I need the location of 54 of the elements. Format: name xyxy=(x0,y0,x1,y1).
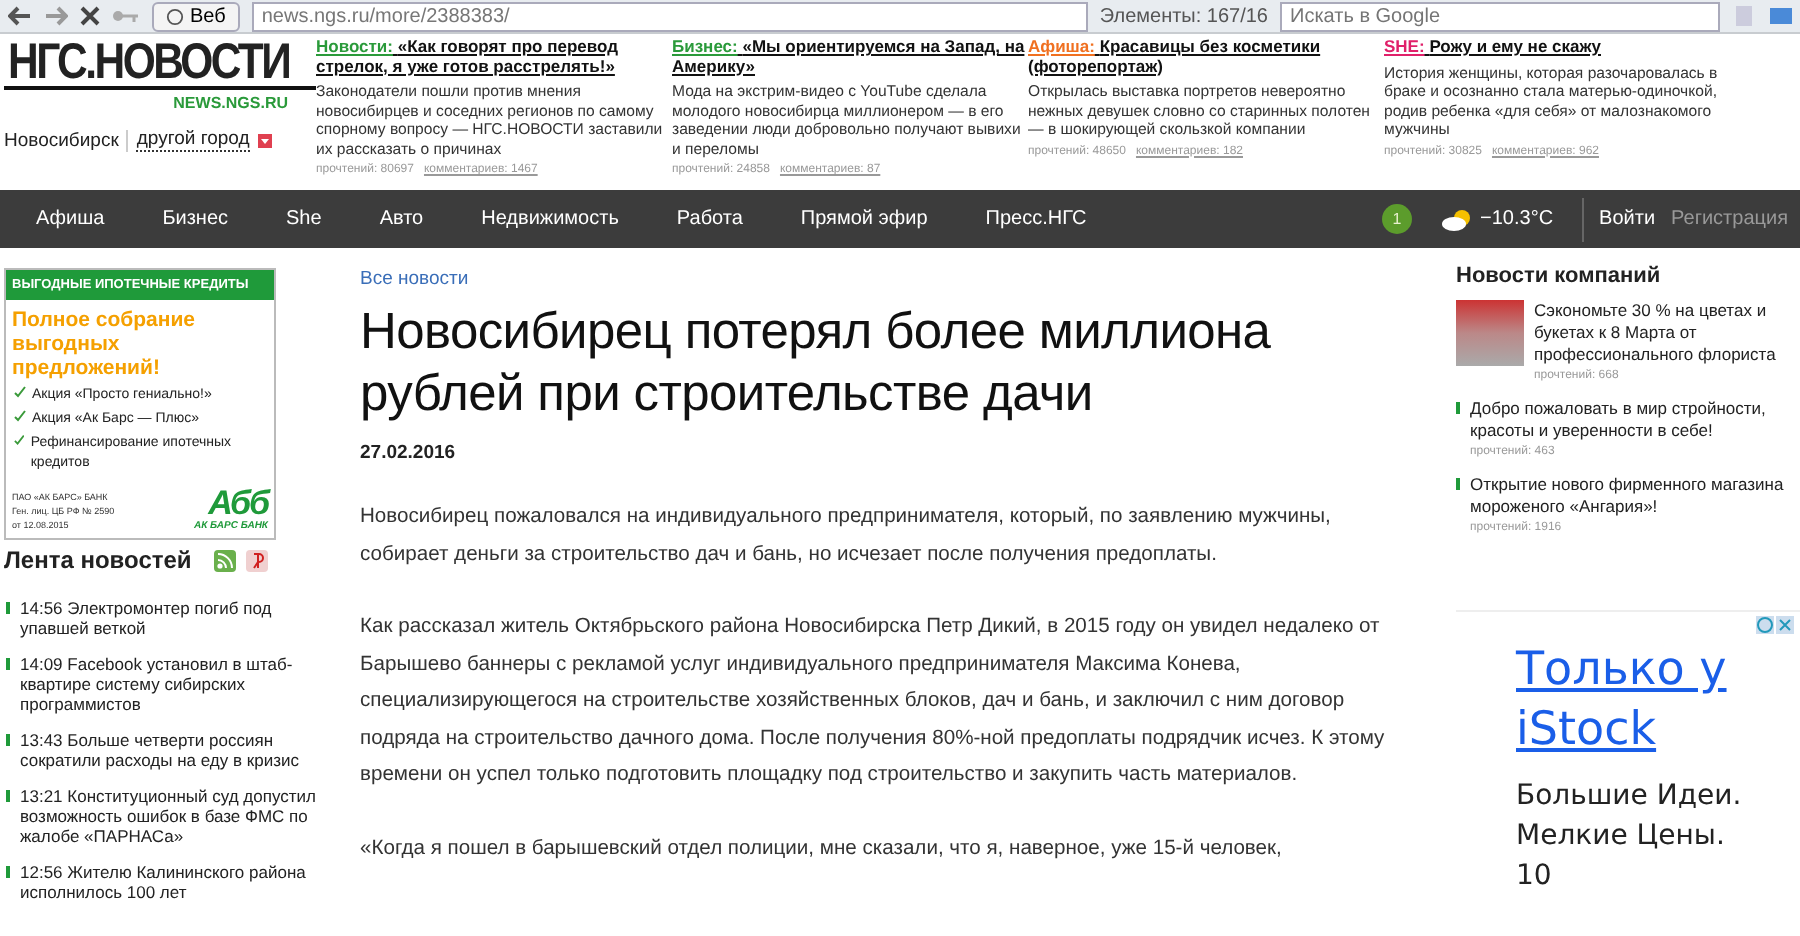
bullet-marker xyxy=(1456,402,1460,414)
news-link[interactable]: 12:56 Жителю Калининского района исполнилось 100 лет xyxy=(4,862,336,902)
address-field[interactable]: news.ngs.ru/more/2388383/ xyxy=(251,1,1088,31)
news-link[interactable]: 14:56 Электромонтер погиб под упавшей веткой xyxy=(4,598,336,638)
bullet-marker xyxy=(1456,478,1460,490)
article-date: 27.02.2016 xyxy=(360,442,458,464)
search-field[interactable]: Искать в Google xyxy=(1280,1,1720,31)
company-news-link[interactable]: Добро пожаловать в мир стройности, красоты и уверенности в себе! xyxy=(1470,398,1800,442)
nav-link[interactable]: Пресс.НГС xyxy=(957,208,1117,230)
stop-icon[interactable] xyxy=(80,6,100,26)
nav-link[interactable]: Недвижимость xyxy=(453,208,649,230)
login-link[interactable]: Войти xyxy=(1581,197,1672,241)
nav-link[interactable]: Прямой эфир xyxy=(772,208,958,230)
feed-title: Лента новостей xyxy=(4,546,192,574)
teaser-link[interactable]: Афиша: Красавицы без косметики (фоторепортаж) xyxy=(1028,38,1384,76)
register-link[interactable]: Регистрация xyxy=(1671,208,1800,230)
nav-link[interactable]: She xyxy=(258,208,352,230)
ad-title: Полное собрание выгодных предложений! xyxy=(10,306,198,384)
mortgage-ad[interactable] xyxy=(4,268,276,540)
back-icon[interactable] xyxy=(8,6,32,26)
city-name: Новосибирск xyxy=(4,129,129,151)
temperature: −10.3°C xyxy=(1480,208,1554,230)
nav-link[interactable]: Афиша xyxy=(8,208,135,230)
article-paragraph: Как рассказал житель Октябрьского района Новосибирска Петр Дикий, в 2015 году он увидел недалеко от Барышево баннеры с рекламой услуг индивидуального предпринимателя Максима Конева, специализирующегося на строительстве хозяйственных блоков, дач и бань, и заключил с ним договор подряда на строительство дачного дома. После получения 80%-ной предоплаты подрядчик исчез. К этому времени он успел только подготовить площадку под строительство и закупить часть материалов. xyxy=(360,614,1387,790)
promo-link[interactable]: Только у iStock xyxy=(1516,640,1800,760)
section-link[interactable]: Все новости xyxy=(360,268,1396,290)
key-icon[interactable] xyxy=(112,8,140,24)
site-logo[interactable]: НГС.НОВОСТИ xyxy=(4,38,316,90)
photo-placeholder xyxy=(1456,300,1524,366)
city-link[interactable]: другой город xyxy=(136,128,250,152)
bank-logo: Абб xyxy=(208,488,268,520)
close-icon[interactable] xyxy=(1776,616,1794,634)
news-link[interactable]: 14:09 Facebook установил в штаб-квартире систему сибирских программистов xyxy=(4,654,336,714)
forward-icon[interactable] xyxy=(44,6,68,26)
site-domain: NEWS.NGS.RU xyxy=(173,94,288,112)
news-link[interactable]: 13:43 Больше четверти россиян сократили расходы на еду в кризис xyxy=(4,730,336,770)
nav-link[interactable]: Бизнес xyxy=(134,208,259,230)
nav-link[interactable]: Авто xyxy=(351,208,454,230)
teaser-link[interactable]: Новости: «Как говорят про перевод стрелок, я уже готов расстрелять!» xyxy=(316,38,672,76)
article-paragraph: Новосибирец пожаловался на индивидуального предпринимателя, который, по заявлению мужчины, собирает деньги за строительство дач и бань, но исчезает после получения предоплаты. xyxy=(360,504,1333,569)
nav-link[interactable]: Работа xyxy=(648,208,773,230)
teaser-link[interactable]: SHE: Рожу и ему не скажу xyxy=(1384,38,1740,57)
company-news-link[interactable]: Открытие нового фирменного магазина мороженого «Ангария»! xyxy=(1470,474,1800,518)
teaser-link[interactable]: Бизнес: «Мы ориентируемся на Запад, на Америку» xyxy=(672,38,1028,76)
web-button[interactable]: Веб xyxy=(152,1,240,31)
article-paragraph: «Когда я пошел в барышевский отдел полиции, мне сказали, что я, наверное, уже 15-й человек, xyxy=(360,835,1284,863)
promo-text: Большие Идеи. Мелкие Цены. 10 xyxy=(1516,778,1744,896)
dropdown-icon[interactable] xyxy=(257,133,272,147)
rss-icon[interactable] xyxy=(213,549,236,571)
article-title: Новосибирец потерял более миллиона рублей при строительстве дачи xyxy=(360,302,1273,426)
companies-title: Новости компаний xyxy=(1456,264,1663,288)
news-link[interactable]: 13:21 Конституционный суд допустил возможность ошибок в базе ФМС по жалобе «ПАРНАСа» xyxy=(4,786,336,846)
company-news-link[interactable]: Сэкономьте 30 % на цветах и букетах к 8 Марта от профессионального флориста xyxy=(1534,300,1800,366)
elements-counter: Элементы: 167/16 xyxy=(1099,5,1268,27)
